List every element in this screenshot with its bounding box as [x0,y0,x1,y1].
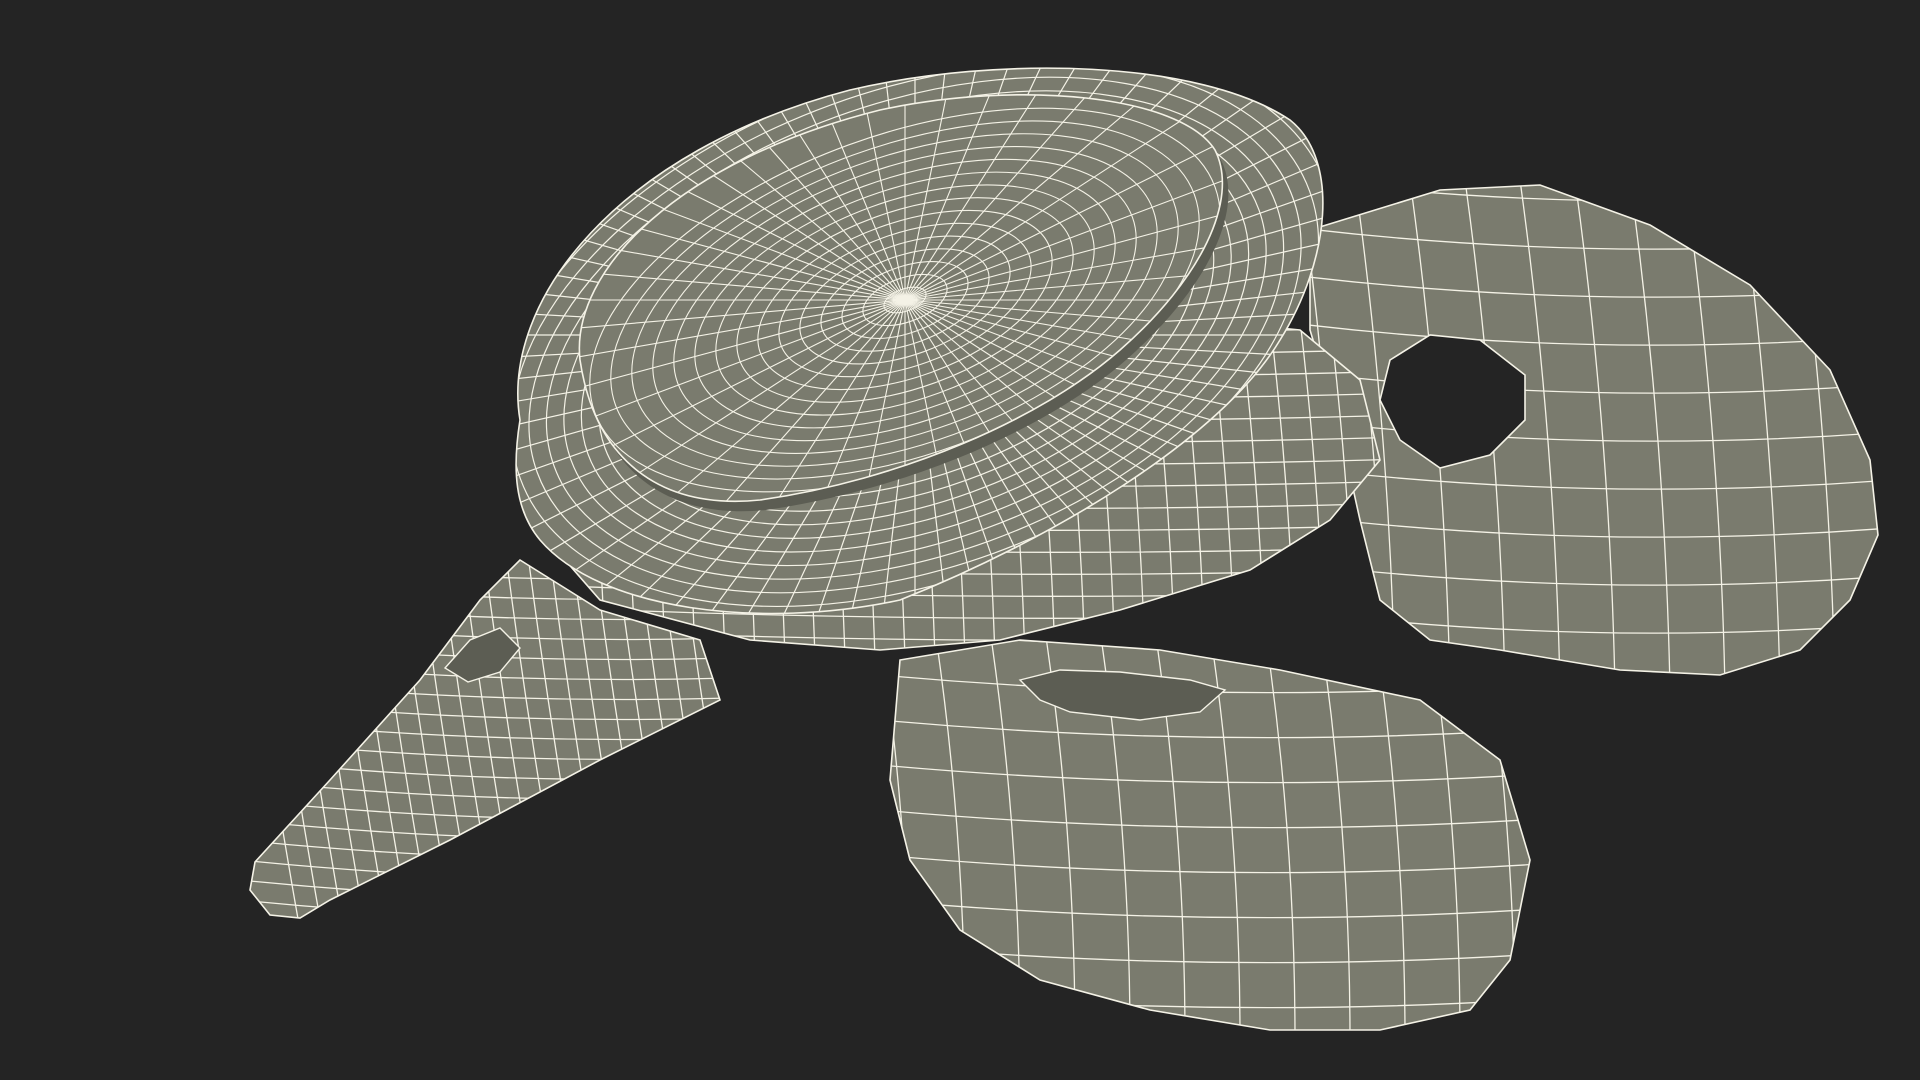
vertebra-wireframe-render [0,0,1920,1080]
render-viewport [0,0,1920,1080]
